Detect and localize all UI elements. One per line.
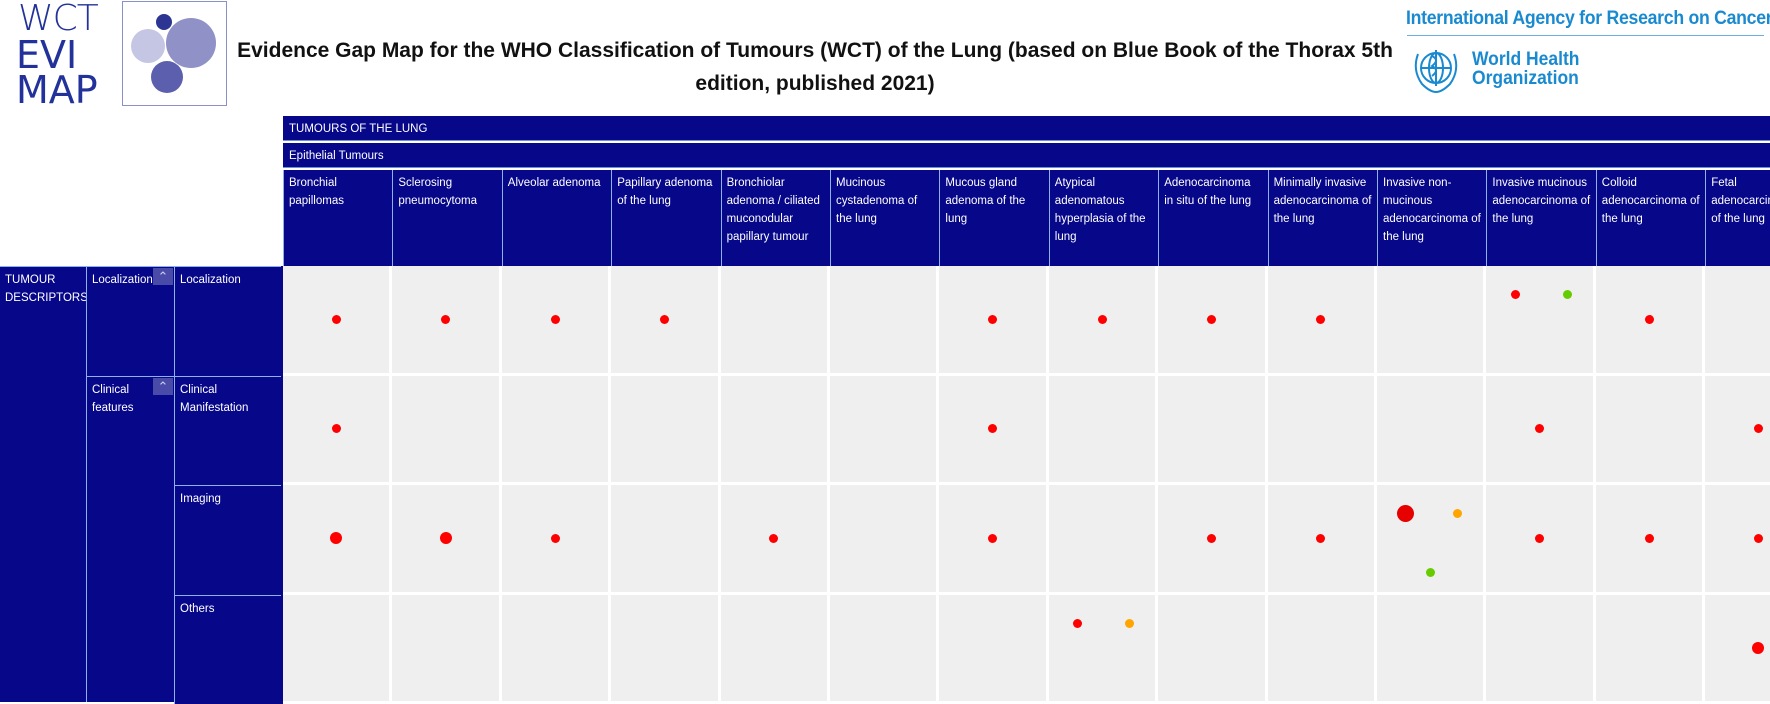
- evidence-dot-red[interactable]: [1316, 534, 1325, 543]
- matrix-cell[interactable]: [830, 485, 939, 595]
- who-line-2: Organization: [1472, 69, 1579, 88]
- matrix-cell[interactable]: [1158, 595, 1267, 704]
- matrix-cell[interactable]: [1377, 266, 1486, 376]
- evidence-dot-red[interactable]: [551, 534, 560, 543]
- evidence-dot-red[interactable]: [1207, 534, 1216, 543]
- matrix-cell[interactable]: [611, 376, 720, 486]
- column-header[interactable]: Mucinous cystadenoma of the lung: [830, 170, 939, 266]
- column-header[interactable]: Invasive non-mucinous adenocarcinoma of …: [1377, 170, 1486, 266]
- matrix-cell[interactable]: [1705, 266, 1770, 376]
- row-group-label: Localization: [92, 274, 153, 286]
- evidence-dot-green[interactable]: [1426, 568, 1435, 577]
- matrix-cell[interactable]: [721, 266, 830, 376]
- matrix-cell[interactable]: [1268, 595, 1377, 704]
- matrix-cell[interactable]: [830, 376, 939, 486]
- matrix-cell[interactable]: [611, 485, 720, 595]
- matrix-cell[interactable]: [1596, 595, 1705, 704]
- column-header[interactable]: Papillary adenoma of the lung: [611, 170, 720, 266]
- column-header[interactable]: Adenocarcinoma in situ of the lung: [1158, 170, 1267, 266]
- tumour-descriptors-label: TUMOUR DESCRIPTORS: [5, 274, 88, 304]
- iarc-divider: [1407, 35, 1764, 36]
- tumours-of-the-lung-header: TUMOURS OF THE LUNG: [283, 116, 1770, 141]
- evidence-dot-red[interactable]: [660, 315, 669, 324]
- evidence-dot-red[interactable]: [332, 424, 341, 433]
- evidence-dot-orange[interactable]: [1125, 619, 1134, 628]
- matrix-cell[interactable]: [830, 595, 939, 704]
- column-header[interactable]: Atypical adenomatous hyperplasia of the …: [1049, 170, 1158, 266]
- evidence-dot-red[interactable]: [1754, 534, 1763, 543]
- matrix-cell[interactable]: [939, 595, 1048, 704]
- evidence-dot-red[interactable]: [988, 534, 997, 543]
- iarc-logo-text: International Agency for Research on Can…: [1406, 8, 1770, 30]
- row-header[interactable]: Imaging: [174, 485, 283, 595]
- matrix-cell[interactable]: [1377, 595, 1486, 704]
- chevron-double-up-icon[interactable]: ⌃: [153, 268, 173, 285]
- who-logo-text: World Health Organization: [1472, 50, 1579, 88]
- evidence-dot-red[interactable]: [332, 315, 341, 324]
- matrix-cell[interactable]: [1486, 595, 1595, 704]
- matrix-cell[interactable]: [392, 595, 501, 704]
- row-group-clinical-features: Clinical features ⌃: [86, 376, 174, 702]
- evidence-dot-red[interactable]: [769, 534, 778, 543]
- matrix-cell[interactable]: [1049, 485, 1158, 595]
- who-emblem-icon: [1408, 44, 1464, 96]
- matrix-cell[interactable]: [1268, 376, 1377, 486]
- row-header[interactable]: Others: [174, 595, 283, 704]
- column-header[interactable]: Fetal adenocarcinoma of the lung: [1705, 170, 1770, 266]
- matrix-cell[interactable]: [1486, 266, 1595, 376]
- evidence-dot-red[interactable]: [988, 315, 997, 324]
- chevron-double-up-icon[interactable]: ⌃: [153, 378, 173, 395]
- evidence-dot-red[interactable]: [1645, 534, 1654, 543]
- row-header[interactable]: Localization: [174, 266, 283, 376]
- evidence-dot-red[interactable]: [1535, 534, 1544, 543]
- evidence-dot-red[interactable]: [1207, 315, 1216, 324]
- matrix-cell[interactable]: [611, 595, 720, 704]
- evidence-dot-red[interactable]: [1511, 290, 1520, 299]
- evidence-dot-red[interactable]: [1645, 315, 1654, 324]
- column-header[interactable]: Colloid adenocarcinoma of the lung: [1596, 170, 1705, 266]
- matrix-cell[interactable]: [1377, 376, 1486, 486]
- column-header[interactable]: Mucous gland adenoma of the lung: [939, 170, 1048, 266]
- matrix-cell[interactable]: [1377, 485, 1486, 595]
- evidence-dot-red[interactable]: [440, 532, 452, 544]
- evidence-dot-green[interactable]: [1563, 290, 1572, 299]
- column-header[interactable]: Sclerosing pneumocytoma: [392, 170, 501, 266]
- column-header[interactable]: Alveolar adenoma: [502, 170, 611, 266]
- column-header[interactable]: Invasive mucinous adenocarcinoma of the …: [1486, 170, 1595, 266]
- epithelial-tumours-header: Epithelial Tumours: [283, 143, 1770, 168]
- matrix-cell[interactable]: [502, 376, 611, 486]
- evidence-dot-red[interactable]: [1073, 619, 1082, 628]
- column-header[interactable]: Bronchiolar adenoma / ciliated muconodul…: [721, 170, 830, 266]
- matrix-cell[interactable]: [502, 595, 611, 704]
- matrix-cell[interactable]: [1596, 376, 1705, 486]
- who-line-1: World Health: [1472, 50, 1579, 69]
- matrix-cell[interactable]: [830, 266, 939, 376]
- tumour-descriptors-header: TUMOUR DESCRIPTORS: [0, 266, 86, 702]
- evidence-dot-red[interactable]: [441, 315, 450, 324]
- column-header[interactable]: Bronchial papillomas: [283, 170, 392, 266]
- evimap-logo-icon: [122, 1, 227, 106]
- row-group-label: Clinical features: [92, 384, 134, 414]
- row-header[interactable]: Clinical Manifestation: [174, 376, 283, 486]
- logo-line-map: MAP: [16, 71, 98, 109]
- matrix-cell[interactable]: [283, 595, 392, 704]
- page-title: Evidence Gap Map for the WHO Classificat…: [230, 34, 1400, 100]
- matrix-cell[interactable]: [1049, 595, 1158, 704]
- evidence-dot-red[interactable]: [1098, 315, 1107, 324]
- logo-line-wct: WCT: [18, 1, 98, 37]
- matrix-cell[interactable]: [721, 595, 830, 704]
- matrix-cell[interactable]: [1049, 376, 1158, 486]
- matrix-cell[interactable]: [721, 376, 830, 486]
- row-group-localization: Localization ⌃: [86, 266, 174, 376]
- column-header[interactable]: Minimally invasive adenocarcinoma of the…: [1268, 170, 1377, 266]
- evidence-dot-red[interactable]: [551, 315, 560, 324]
- matrix-cell[interactable]: [1158, 376, 1267, 486]
- matrix-cell[interactable]: [392, 376, 501, 486]
- evidence-dot-red[interactable]: [1316, 315, 1325, 324]
